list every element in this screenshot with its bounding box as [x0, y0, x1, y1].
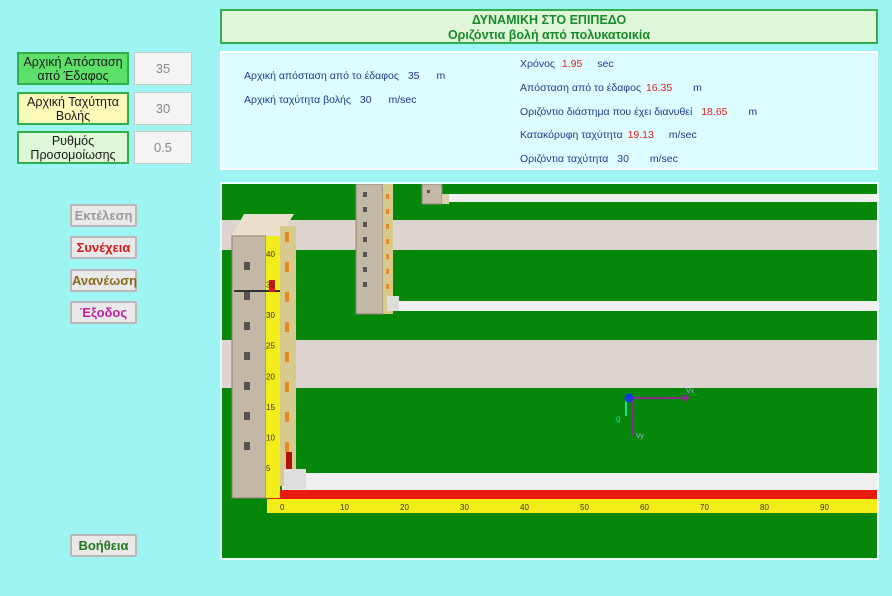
info-label: Κατακόρυφη ταχύτητα	[520, 129, 623, 141]
info-label: Οριζόντια ταχύτητα	[520, 153, 609, 165]
help-button-label: Βοήθεια	[78, 538, 129, 553]
grass-band	[222, 184, 877, 192]
distance-tick-label: 90	[820, 503, 829, 512]
info-panel: Αρχική απόσταση από το έδαφος 35 m Αρχικ…	[220, 51, 878, 170]
vx-arrowhead	[684, 394, 690, 402]
front-sidewalk	[282, 473, 877, 491]
info-unit: m/sec	[668, 129, 697, 141]
distance-tick-label: 60	[640, 503, 649, 512]
exit-button[interactable]: Έξοδος	[70, 301, 137, 324]
middle-road	[222, 340, 877, 388]
time-row: Χρόνος 1.95 sec	[520, 58, 614, 70]
help-button[interactable]: Βοήθεια	[70, 534, 137, 557]
initial-distance-input[interactable]: 35	[134, 52, 192, 85]
simulation-svg: 5 10 15 20 25 30 35 40 0 10 20 30 40 50 60 70 80 90 Vx V…	[222, 184, 877, 513]
vertical-speed-row: Κατακόρυφη ταχύτητα 19.13 m/sec	[520, 129, 697, 141]
height-tick-label: 10	[266, 433, 275, 442]
far-road-line	[442, 194, 877, 202]
ball	[624, 393, 634, 403]
info-value: 30	[617, 153, 629, 165]
distance-tick-label: 20	[400, 503, 409, 512]
horizontal-distance-row: Οριζόντιο διάστημα που έχει διανυθεί 18.…	[520, 106, 757, 118]
distance-tick-label: 50	[580, 503, 589, 512]
page-subtitle: Οριζόντια βολή από πολυκατοικία	[447, 28, 651, 42]
info-label: Χρόνος	[520, 58, 555, 70]
continue-button-label: Συνέχεια	[76, 240, 131, 255]
simulation-rate-label: Ρυθμός Προσομοίωσης	[17, 131, 129, 164]
title-panel: ΔΥΝΑΜΙΚΗ ΣΤΟ ΕΠΙΠΕΔΟ Οριζόντια βολή από …	[220, 9, 878, 44]
ground-line	[267, 490, 877, 499]
height-tick-label: 40	[266, 250, 275, 259]
initial-distance-row: Αρχική απόσταση από το έδαφος 35 m	[244, 70, 445, 82]
height-tick-label: 15	[266, 403, 275, 412]
refresh-button[interactable]: Ανανέωση	[70, 269, 137, 292]
mid-building	[355, 184, 399, 315]
distance-tick-label: 40	[520, 503, 529, 512]
info-value: 16.35	[645, 82, 673, 94]
initial-speed-row: Αρχική ταχύτητα βολής 30 m/sec	[244, 94, 417, 106]
info-unit: sec	[597, 58, 614, 70]
horizontal-speed-row: Οριζόντια ταχύτητα 30 m/sec	[520, 153, 678, 165]
run-button-label: Εκτέλεση	[74, 208, 133, 223]
projectile: Vx Vy g	[616, 388, 695, 440]
initial-speed-label: Αρχική Ταχύτητα Βολής	[17, 92, 129, 125]
info-label: Αρχική απόσταση από το έδαφος	[244, 70, 399, 82]
height-tick-label: 25	[266, 342, 275, 351]
info-label: Απόσταση από το έδαφος	[520, 82, 642, 94]
initial-distance-label: Αρχική Απόσταση από Έδαφος	[17, 52, 129, 85]
simulation-rate-input[interactable]: 0.5	[134, 131, 192, 164]
height-tick-label: 30	[266, 311, 275, 320]
distance-tick-label: 80	[760, 503, 769, 512]
info-unit: m/sec	[388, 94, 417, 106]
info-value: 19.13	[627, 129, 654, 141]
vx-label: Vx	[686, 388, 695, 395]
info-label: Οριζόντιο διάστημα που έχει διανυθεί	[520, 106, 693, 118]
distance-tick-label: 70	[700, 503, 709, 512]
distance-tick-label: 10	[340, 503, 349, 512]
distance-ruler	[267, 499, 877, 513]
info-unit: m/sec	[649, 153, 678, 165]
height-tick-label: 35	[266, 281, 275, 290]
height-tick-label: 20	[266, 372, 275, 381]
info-unit: m	[693, 82, 702, 94]
mid-road-line	[392, 301, 877, 311]
back-road	[222, 220, 877, 250]
ground-distance-row: Απόσταση από το έδαφος 16.35 m	[520, 82, 702, 94]
info-value: 18.65	[701, 106, 728, 118]
info-value: 1.95	[561, 58, 583, 70]
info-label: Αρχική ταχύτητα βολής	[244, 94, 351, 106]
g-label: g	[616, 414, 620, 423]
simulation-canvas: 5 10 15 20 25 30 35 40 0 10 20 30 40 50 60 70 80 90 Vx V…	[220, 182, 879, 560]
info-unit: m	[748, 106, 758, 118]
distance-tick-label: 0	[280, 503, 285, 512]
continue-button[interactable]: Συνέχεια	[70, 236, 137, 259]
refresh-button-label: Ανανέωση	[72, 273, 138, 288]
initial-speed-input[interactable]: 30	[134, 92, 192, 125]
height-tick-label: 5	[266, 464, 271, 473]
distance-tick-label: 30	[460, 503, 469, 512]
info-unit: m	[436, 70, 446, 82]
exit-button-label: Έξοδος	[79, 305, 128, 320]
info-value: 35	[407, 70, 420, 82]
page-title: ΔΥΝΑΜΙΚΗ ΣΤΟ ΕΠΙΠΕΔΟ	[471, 13, 627, 27]
run-button[interactable]: Εκτέλεση	[70, 204, 137, 227]
vy-label: Vy	[636, 433, 644, 440]
info-value: 30	[359, 94, 372, 106]
